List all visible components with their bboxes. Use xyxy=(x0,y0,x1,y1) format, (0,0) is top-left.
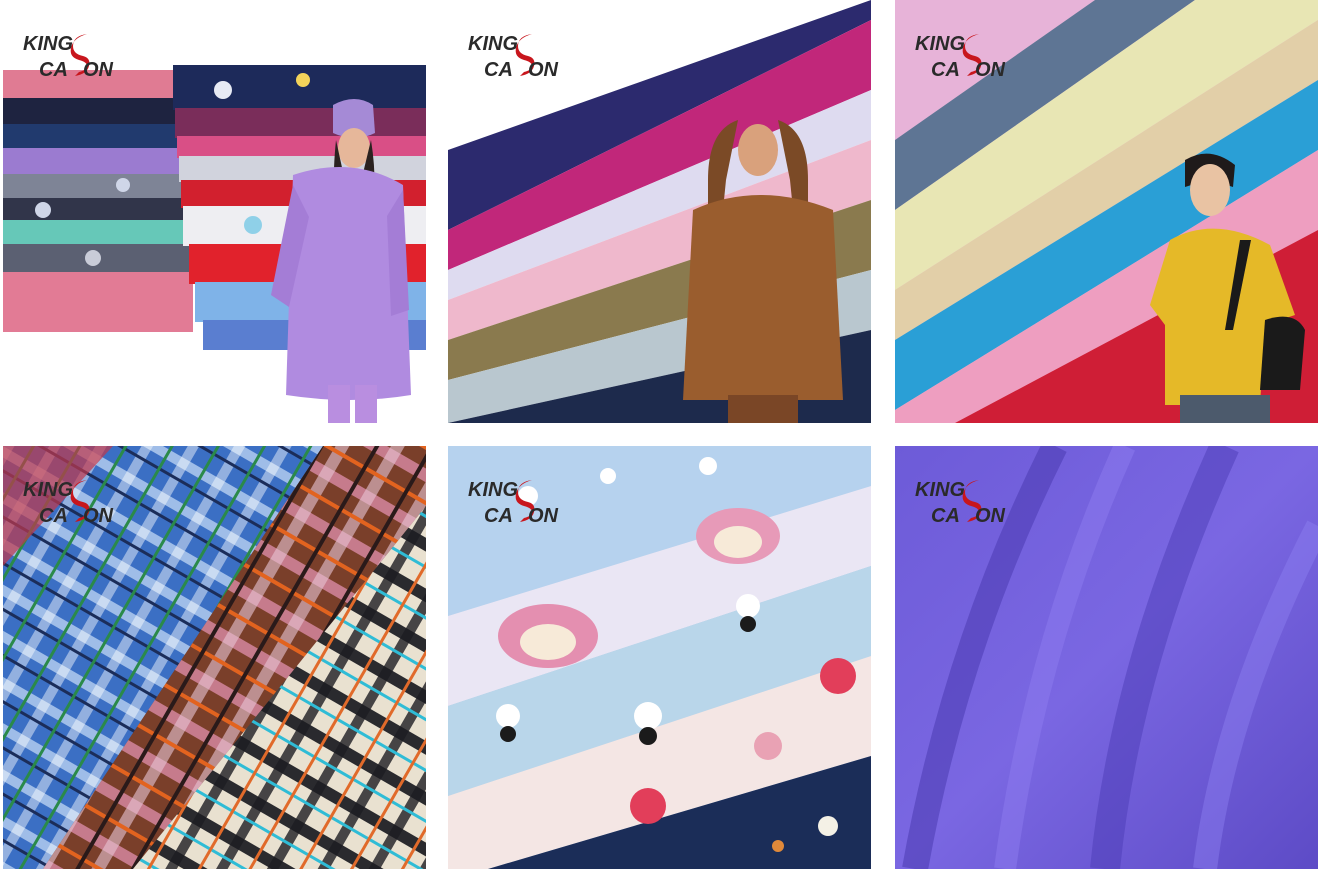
svg-text:KING: KING xyxy=(23,479,73,501)
photo-tile-solid-fleece-layers: KING CA ON xyxy=(448,0,871,423)
photo-tile-printed-fleece: KING CA ON xyxy=(448,446,871,869)
kingcason-logo: KING CA ON xyxy=(21,474,117,528)
photo-tile-pastel-fleece-layers: KING CA ON xyxy=(895,0,1318,423)
photo-tile-stacked-fleece: KING CA ON xyxy=(3,0,426,423)
svg-text:KING: KING xyxy=(468,33,518,55)
svg-text:KING: KING xyxy=(23,33,73,55)
svg-text:CA: CA xyxy=(931,505,960,527)
svg-text:CA: CA xyxy=(39,505,68,527)
svg-text:ON: ON xyxy=(975,59,1006,81)
svg-text:ON: ON xyxy=(83,505,114,527)
svg-text:KING: KING xyxy=(915,33,965,55)
svg-text:ON: ON xyxy=(975,505,1006,527)
kingcason-logo: KING CA ON xyxy=(466,474,562,528)
photo-tile-plaid-fleece: KING CA ON xyxy=(3,446,426,869)
photo-tile-purple-fleece: KING CA ON xyxy=(895,446,1318,869)
svg-text:CA: CA xyxy=(39,59,68,81)
svg-text:KING: KING xyxy=(915,479,965,501)
svg-text:KING: KING xyxy=(468,479,518,501)
kingcason-logo: KING CA ON xyxy=(466,28,562,82)
svg-text:ON: ON xyxy=(83,59,114,81)
svg-text:ON: ON xyxy=(528,59,559,81)
svg-text:CA: CA xyxy=(484,505,513,527)
product-image-grid: KING CA ON KING CA ON KING CA ON KING CA… xyxy=(3,0,1321,869)
kingcason-logo: KING CA ON xyxy=(913,28,1009,82)
svg-text:CA: CA xyxy=(484,59,513,81)
kingcason-logo: KING CA ON xyxy=(21,28,117,82)
svg-text:ON: ON xyxy=(528,505,559,527)
kingcason-logo: KING CA ON xyxy=(913,474,1009,528)
svg-text:CA: CA xyxy=(931,59,960,81)
